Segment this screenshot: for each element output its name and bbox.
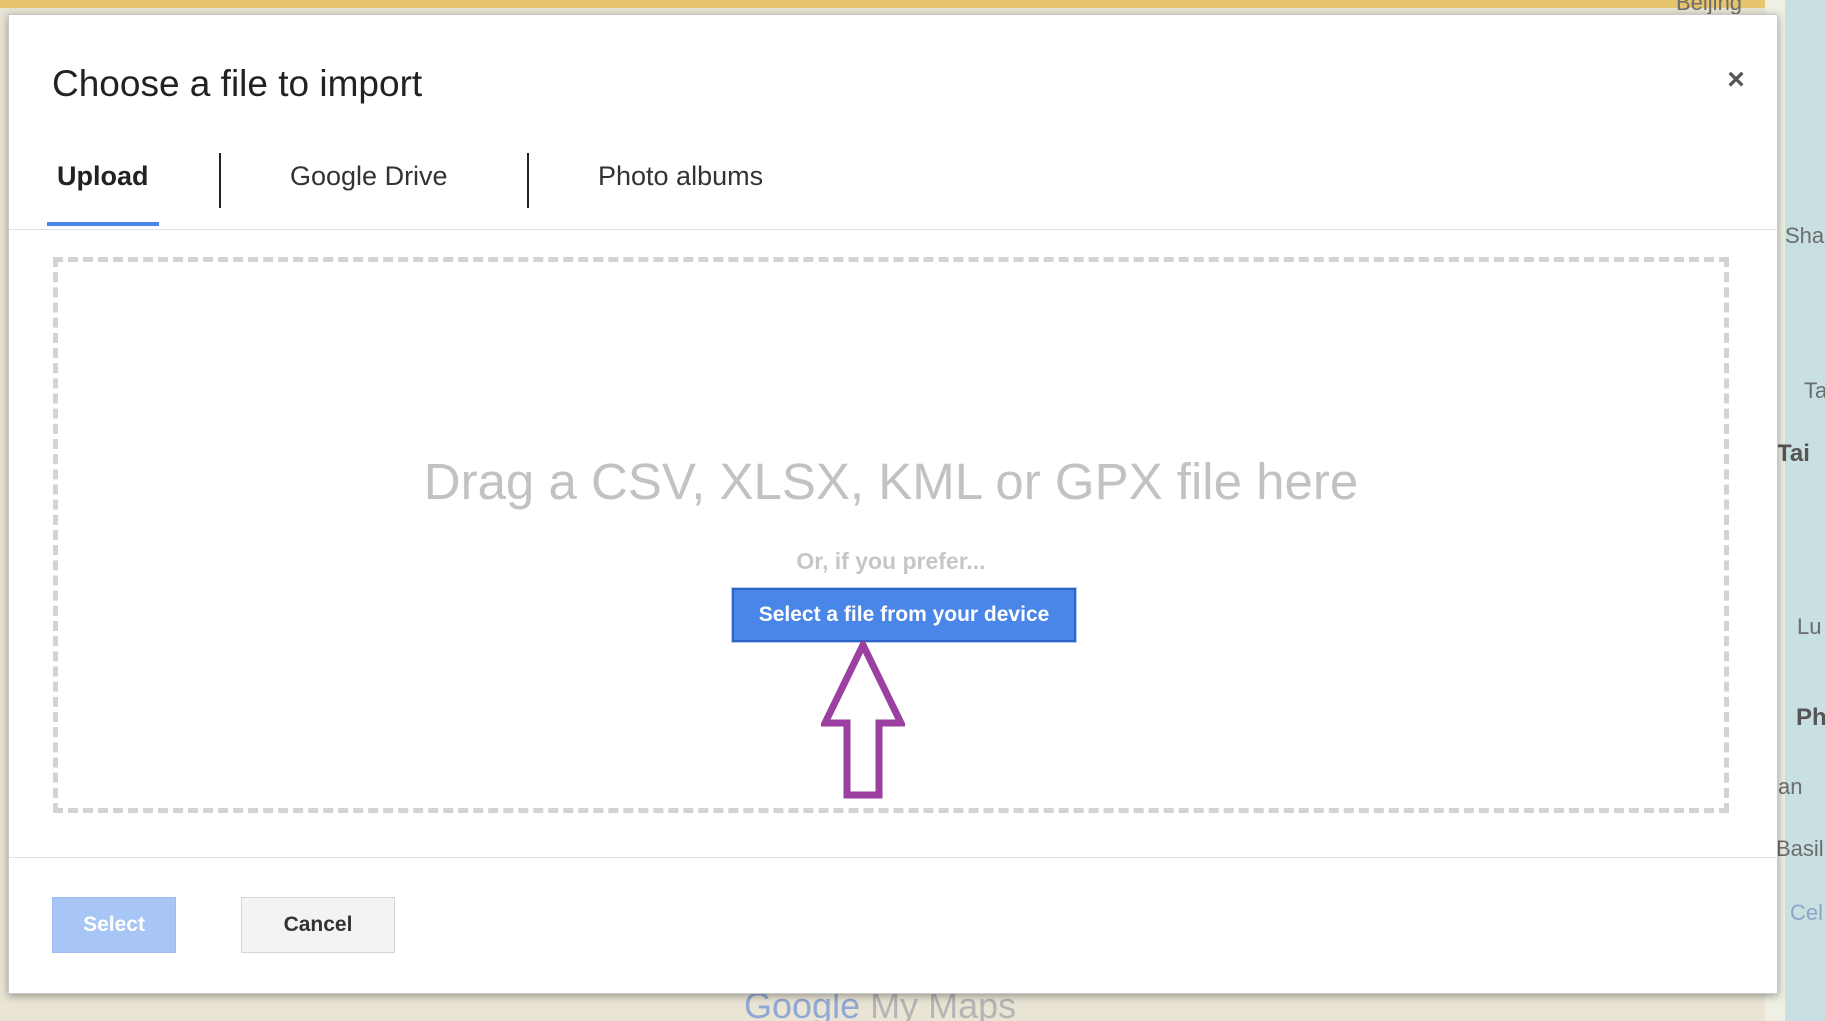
map-sea: [1785, 0, 1825, 1021]
map-label-lu: Lu: [1797, 614, 1822, 639]
map-label-tai: Tai: [1777, 440, 1810, 467]
select-button[interactable]: Select: [52, 897, 176, 953]
tab-bar: Upload Google Drive Photo albums: [9, 139, 1777, 230]
map-label-sha: Sha: [1785, 223, 1825, 248]
map-top-strip: [0, 0, 1825, 8]
select-file-from-device-button[interactable]: Select a file from your device: [732, 588, 1076, 642]
map-label-ta: Ta: [1804, 378, 1825, 403]
tab-photo-albums[interactable]: Photo albums: [598, 161, 763, 192]
tab-divider: [219, 153, 221, 208]
active-tab-indicator: [47, 222, 159, 226]
map-label-basil: Basil: [1776, 836, 1824, 861]
dialog-title: Choose a file to import: [52, 63, 423, 104]
dialog-footer: Select Cancel: [9, 857, 1777, 994]
tab-divider: [527, 153, 529, 208]
map-label-cel: Cel: [1790, 900, 1824, 925]
import-dialog: Choose a file to import × Upload Google …: [8, 14, 1778, 994]
map-label-an: an: [1778, 774, 1803, 799]
cancel-button[interactable]: Cancel: [241, 897, 395, 953]
close-icon[interactable]: ×: [1721, 65, 1751, 95]
drag-instructions: Drag a CSV, XLSX, KML or GPX file here: [423, 453, 1359, 510]
tab-google-drive[interactable]: Google Drive: [290, 161, 448, 192]
up-arrow-icon: [821, 641, 905, 799]
map-label-ph: Ph: [1796, 704, 1825, 731]
alternative-hint: Or, if you prefer...: [796, 548, 986, 574]
tab-upload[interactable]: Upload: [57, 161, 149, 192]
